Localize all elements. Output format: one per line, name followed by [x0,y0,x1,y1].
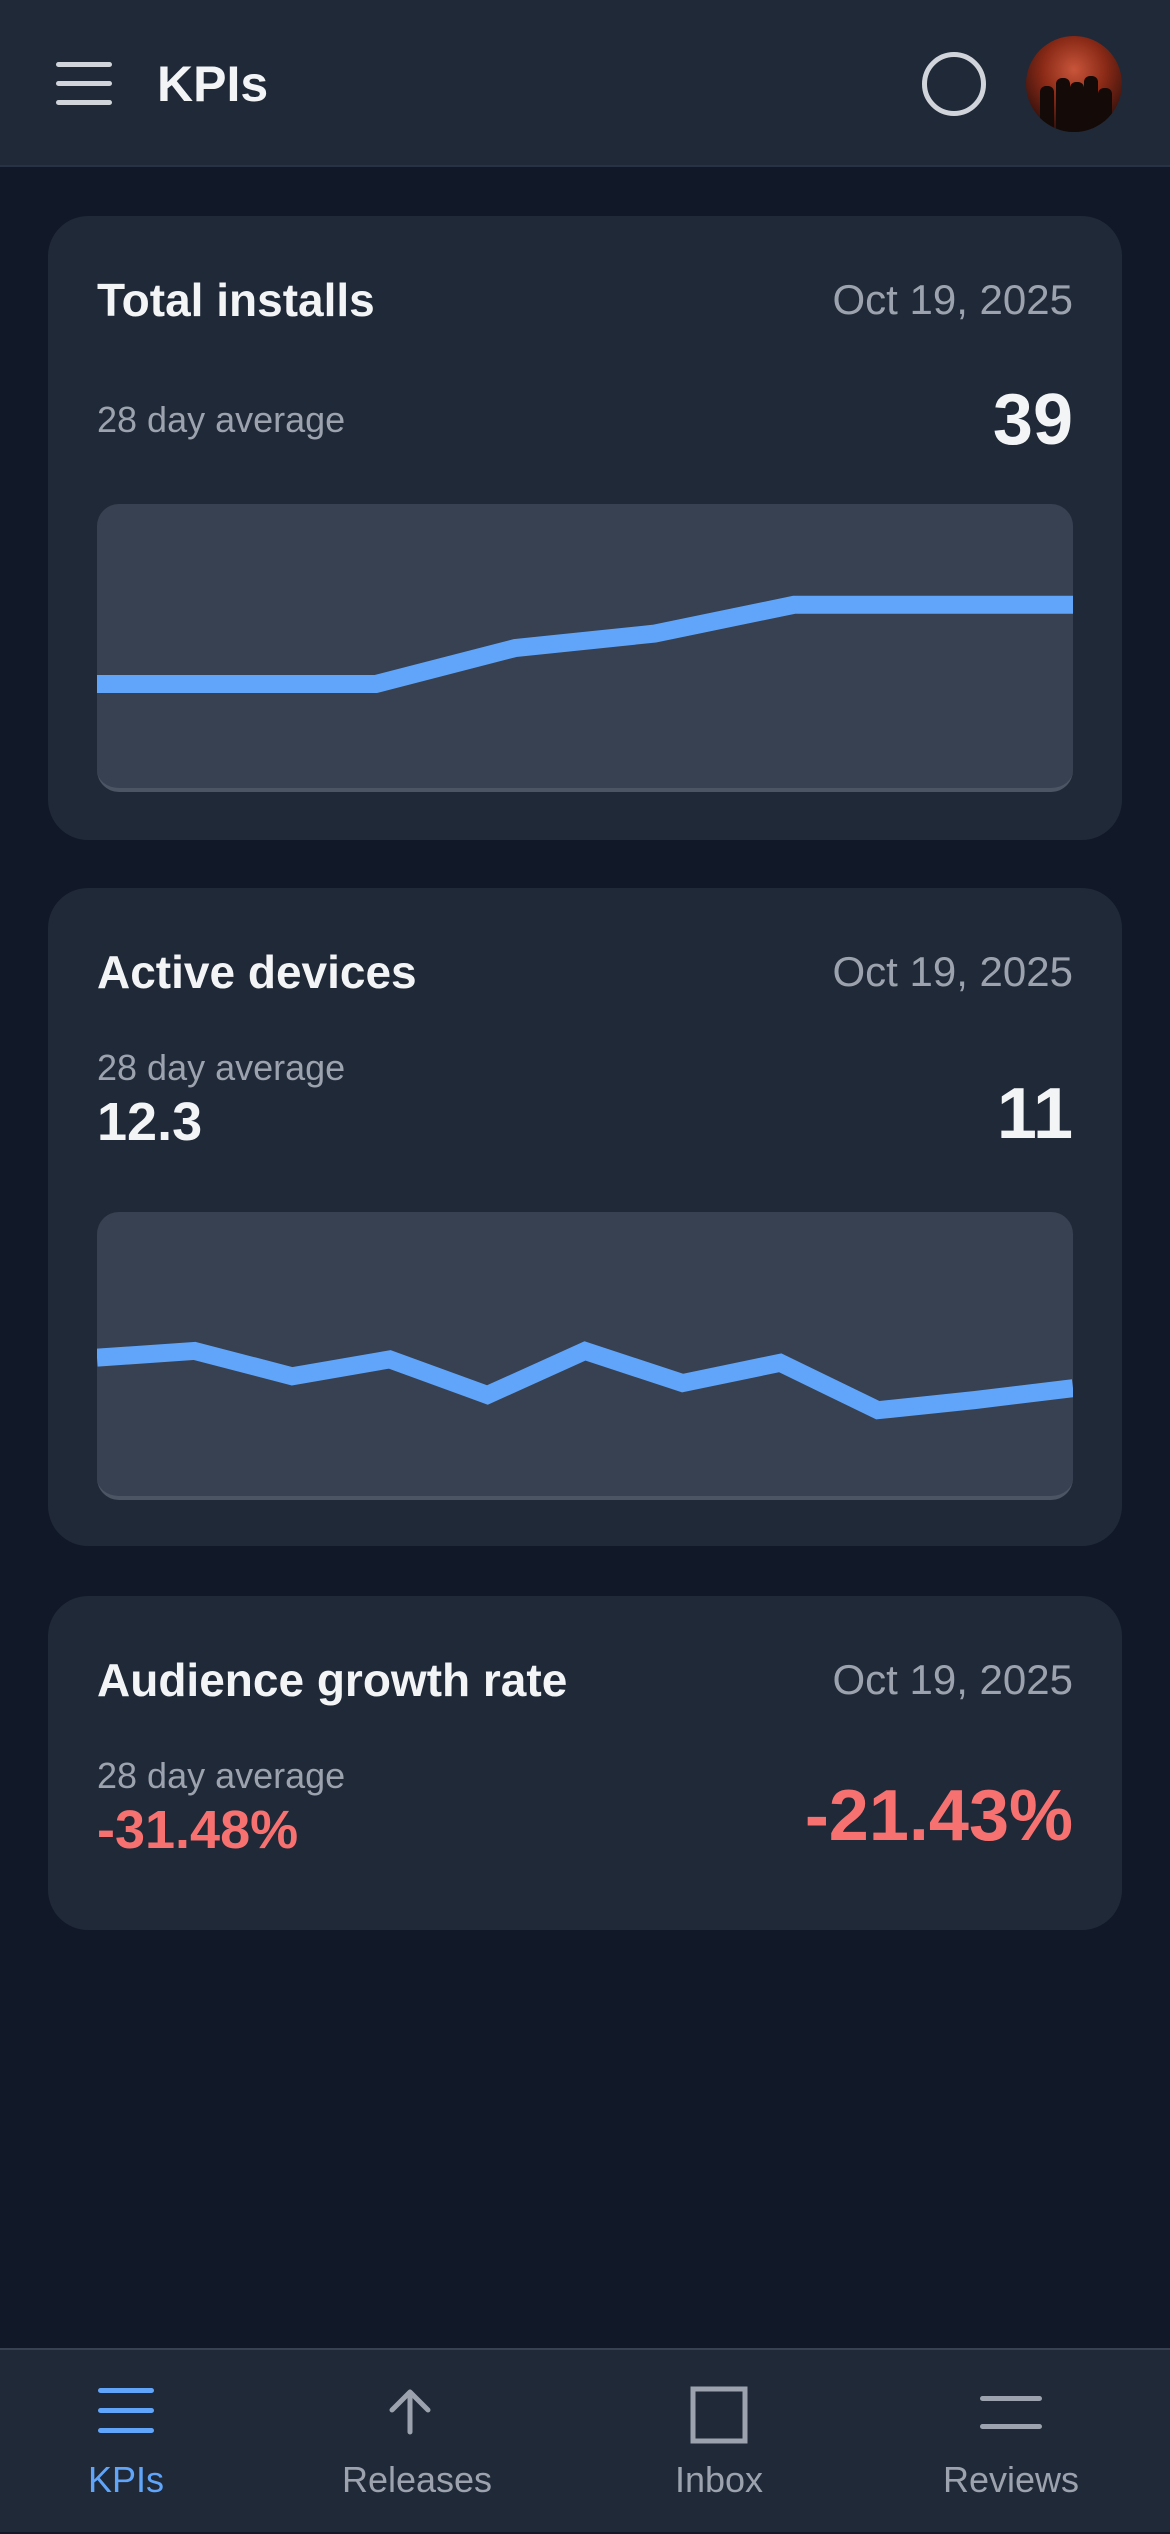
card-title: Audience growth rate [97,1654,568,1706]
reviews-icon [980,2396,1042,2429]
active-devices-chart [97,1212,1073,1500]
nav-item-kpis[interactable]: KPIs [0,2350,292,2534]
nav-item-inbox[interactable]: Inbox [586,2350,878,2534]
inbox-icon [690,2386,748,2444]
nav-label: Releases [341,2459,493,2500]
average-label: 28 day average [97,1047,346,1088]
page-title: KPIs [157,56,269,112]
nav-item-reviews[interactable]: Reviews [878,2350,1170,2534]
nav-label: KPIs [87,2459,165,2500]
average-value: -31.48% [97,1800,299,1860]
arrow-up-icon [389,2389,431,2435]
menu-icon[interactable] [56,62,112,106]
average-value: 12.3 [97,1092,203,1152]
installs-chart [97,504,1073,792]
list-icon [98,2388,154,2433]
kpi-card-total-installs[interactable]: Total installs Oct 19, 2025 28 day avera… [48,216,1122,840]
card-date: Oct 19, 2025 [832,948,1074,995]
card-date: Oct 19, 2025 [832,276,1074,323]
card-title: Active devices [97,946,417,998]
card-date: Oct 19, 2025 [832,1656,1074,1703]
kpi-value: 11 [996,1074,1073,1154]
series-line [97,595,1073,693]
card-title: Total installs [97,274,375,326]
series-line [97,1341,1073,1420]
kpi-value: -21.43% [804,1776,1073,1856]
kpi-card-audience-growth[interactable]: Audience growth rate Oct 19, 2025 28 day… [48,1596,1122,1930]
top-app-bar: KPIs [0,0,1170,167]
kpi-card-active-devices[interactable]: Active devices Oct 19, 2025 28 day avera… [48,888,1122,1546]
nav-item-releases[interactable]: Releases [272,2350,564,2534]
kpi-value: 39 [992,380,1073,460]
status-circle-icon[interactable] [922,52,986,116]
avatar[interactable] [1026,36,1122,132]
nav-label: Reviews [942,2459,1080,2500]
bottom-navigation: KPIs Releases Inbox Reviews [0,2348,1170,2532]
average-label: 28 day average [97,1755,346,1796]
average-label: 28 day average [97,399,346,440]
nav-label: Inbox [674,2459,764,2500]
